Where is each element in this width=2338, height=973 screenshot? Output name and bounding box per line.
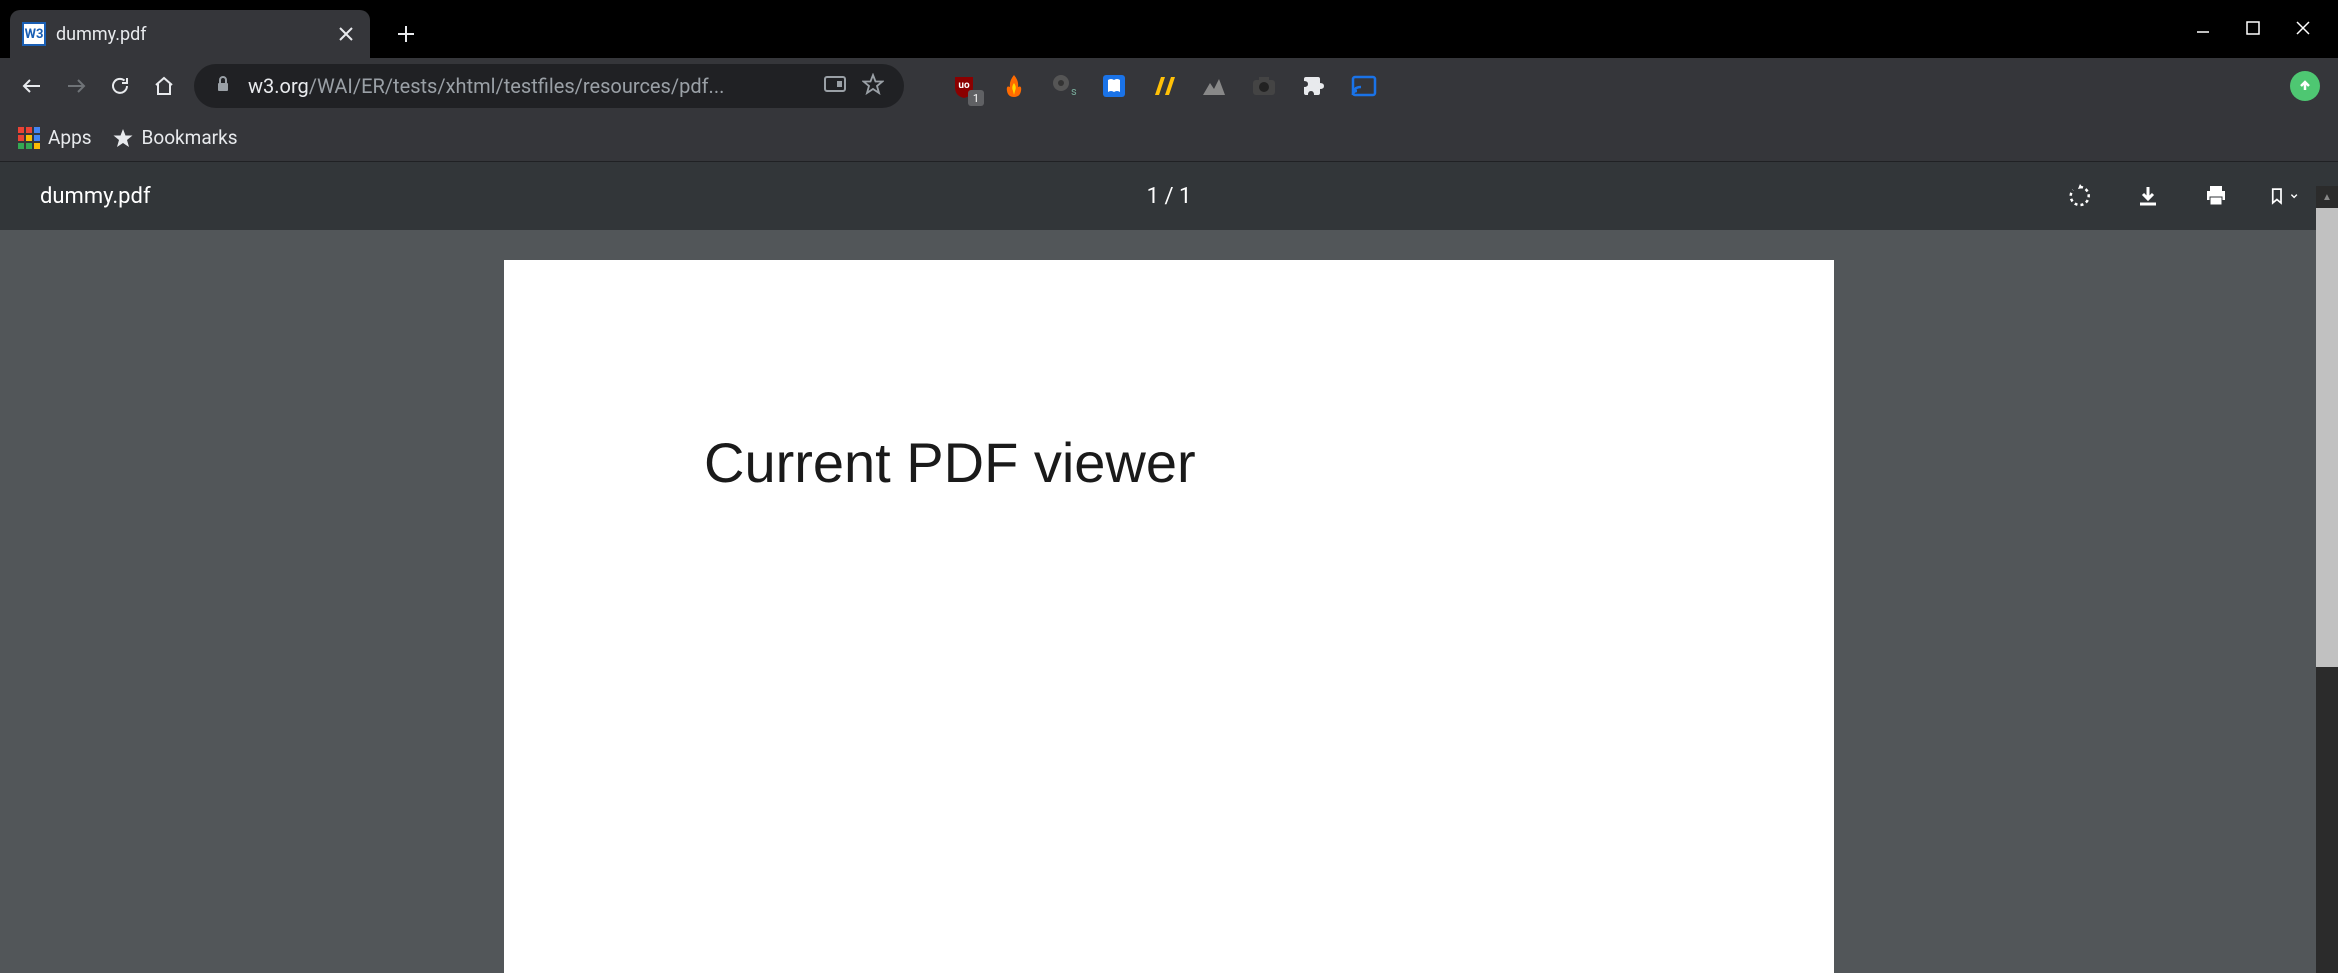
minimize-window-icon[interactable] xyxy=(2193,18,2213,38)
rotate-icon[interactable] xyxy=(2066,182,2094,210)
print-icon[interactable] xyxy=(2202,182,2230,210)
lock-icon xyxy=(214,75,232,97)
flame-extension-icon[interactable] xyxy=(1000,72,1028,100)
apps-grid-icon xyxy=(18,127,40,149)
bookmarks-bar: Apps Bookmarks xyxy=(0,114,2338,162)
forward-button[interactable] xyxy=(62,72,90,100)
puzzle-extensions-icon[interactable] xyxy=(1300,72,1328,100)
scroll-thumb[interactable] xyxy=(2316,208,2338,667)
pdf-heading: Current PDF viewer xyxy=(704,430,1634,495)
maximize-window-icon[interactable] xyxy=(2243,18,2263,38)
star-icon xyxy=(112,127,134,149)
url-path: /WAI/ER/tests/xhtml/testfiles/resources/… xyxy=(309,74,725,98)
pdf-actions xyxy=(2066,182,2298,210)
camera-extension-icon[interactable] xyxy=(1250,72,1278,100)
page-indicator: 1 / 1 xyxy=(1147,184,1192,209)
bookmark-icon xyxy=(2270,183,2284,209)
chevron-down-icon xyxy=(2290,192,2298,200)
bookmarks-shortcut[interactable]: Bookmarks xyxy=(112,126,238,149)
pdf-page: Current PDF viewer xyxy=(504,260,1834,973)
pdf-toolbar: dummy.pdf 1 / 1 xyxy=(0,162,2338,230)
window-title-bar: W3 dummy.pdf xyxy=(0,0,2338,58)
download-icon[interactable] xyxy=(2134,182,2162,210)
gear-extension-icon[interactable]: s xyxy=(1050,72,1078,100)
stripes-extension-icon[interactable] xyxy=(1150,72,1178,100)
extensions-area: uo 1 s xyxy=(950,72,1378,100)
install-pwa-icon[interactable] xyxy=(824,74,846,98)
close-tab-icon[interactable] xyxy=(334,22,358,46)
profile-avatar[interactable] xyxy=(2290,71,2320,101)
book-extension-icon[interactable] xyxy=(1100,72,1128,100)
cast-icon[interactable] xyxy=(1350,72,1378,100)
new-tab-button[interactable] xyxy=(390,18,422,50)
window-controls xyxy=(2193,10,2338,38)
apps-shortcut[interactable]: Apps xyxy=(18,126,92,149)
vertical-scrollbar[interactable]: ▲ xyxy=(2316,186,2338,973)
close-window-icon[interactable] xyxy=(2293,18,2313,38)
tab-title: dummy.pdf xyxy=(56,24,324,45)
mountain-extension-icon[interactable] xyxy=(1200,72,1228,100)
reload-button[interactable] xyxy=(106,72,134,100)
bookmark-menu[interactable] xyxy=(2270,182,2298,210)
ublock-extension-icon[interactable]: uo 1 xyxy=(950,72,978,100)
bookmarks-label: Bookmarks xyxy=(142,126,238,149)
browser-tab[interactable]: W3 dummy.pdf xyxy=(10,10,370,58)
home-button[interactable] xyxy=(150,72,178,100)
w3-favicon: W3 xyxy=(22,22,46,46)
url-domain: w3.org xyxy=(248,74,309,98)
scroll-track[interactable] xyxy=(2316,208,2338,973)
pdf-filename: dummy.pdf xyxy=(40,184,151,209)
back-button[interactable] xyxy=(18,72,46,100)
svg-text:uo: uo xyxy=(958,80,970,91)
apps-label: Apps xyxy=(48,126,92,149)
pdf-viewport[interactable]: Current PDF viewer xyxy=(0,230,2338,973)
url-text: w3.org/WAI/ER/tests/xhtml/testfiles/reso… xyxy=(248,74,808,98)
star-bookmark-icon[interactable] xyxy=(862,73,884,99)
svg-text:s: s xyxy=(1071,85,1077,98)
scroll-up-arrow[interactable]: ▲ xyxy=(2316,186,2338,208)
extension-badge: 1 xyxy=(968,90,984,106)
address-bar: w3.org/WAI/ER/tests/xhtml/testfiles/reso… xyxy=(0,58,2338,114)
omnibox[interactable]: w3.org/WAI/ER/tests/xhtml/testfiles/reso… xyxy=(194,64,904,108)
tab-strip: W3 dummy.pdf xyxy=(0,10,422,58)
